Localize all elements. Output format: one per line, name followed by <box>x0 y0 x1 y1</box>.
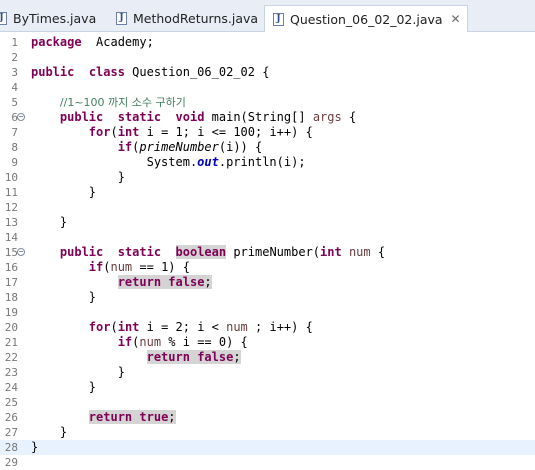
line-number: 19 <box>4 306 18 319</box>
fold-collapse-icon[interactable]: − <box>17 248 25 256</box>
code-text: package Academy; <box>31 35 154 49</box>
code-text: } <box>31 425 68 439</box>
tab-label: Question_06_02_02.java <box>290 11 443 27</box>
line-number: 26 <box>4 411 18 424</box>
code-text: } <box>31 185 97 199</box>
code-line[interactable]: 29 <box>0 455 535 470</box>
line-number: 27 <box>4 426 18 439</box>
line-number: 6 <box>11 111 18 124</box>
line-number: 8 <box>11 141 18 154</box>
code-line[interactable]: 6− public static void main(String[] args… <box>0 110 535 125</box>
line-number: 21 <box>4 336 18 349</box>
code-text: return false; <box>146 350 241 364</box>
code-line[interactable]: 12 <box>0 200 535 215</box>
code-text: } <box>31 365 125 379</box>
line-number: 2 <box>11 51 18 64</box>
code-text: } <box>31 170 125 184</box>
code-text: } <box>31 215 68 229</box>
code-text: } <box>31 380 97 394</box>
editor-tab-bar: J ByTimes.java J MethodReturns.java J Qu… <box>0 0 535 32</box>
code-line[interactable]: 9 System.out.println(i); <box>0 155 535 170</box>
code-line[interactable]: 22 return false; <box>0 350 535 365</box>
tab-label: MethodReturns.java <box>133 10 259 26</box>
code-text: for(int i = 2; i < num ; i++) { <box>88 320 313 334</box>
code-text: } <box>31 440 39 454</box>
line-number: 3 <box>11 66 18 79</box>
line-number: 12 <box>4 201 18 214</box>
code-text: public static boolean primeNumber(int nu… <box>59 245 386 259</box>
line-number: 5 <box>11 96 18 109</box>
java-file-icon: J <box>273 12 284 26</box>
code-line[interactable]: 27 } <box>0 425 535 440</box>
code-line[interactable]: 14 <box>0 230 535 245</box>
line-number: 11 <box>4 186 18 199</box>
code-line[interactable]: 10 } <box>0 170 535 185</box>
code-line[interactable]: 23 } <box>0 365 535 380</box>
code-line[interactable]: 19 <box>0 305 535 320</box>
code-text: for(int i = 1; i <= 100; i++) { <box>88 125 313 139</box>
tab-bytimes[interactable]: J ByTimes.java <box>0 6 96 30</box>
code-text: if(num == 1) { <box>88 260 190 274</box>
line-number: 4 <box>11 81 18 94</box>
code-line[interactable]: 21 if(num % i == 0) { <box>0 335 535 350</box>
code-line[interactable]: 18 } <box>0 290 535 305</box>
code-text: } <box>31 290 97 304</box>
code-line[interactable]: 16 if(num == 1) { <box>0 260 535 275</box>
code-line[interactable]: 5 //1~100 까지 소수 구하기 <box>0 95 535 110</box>
line-number: 15 <box>4 246 18 259</box>
tab-question-06-02-02[interactable]: J Question_06_02_02.java ✕ <box>264 5 468 32</box>
code-text: if(num % i == 0) { <box>117 335 248 349</box>
code-line[interactable]: 26 return true; <box>0 410 535 425</box>
code-line[interactable]: 3 public class Question_06_02_02 { <box>0 65 535 80</box>
code-text: System.out.println(i); <box>31 155 306 169</box>
line-number: 25 <box>4 396 18 409</box>
code-text: public class Question_06_02_02 { <box>31 65 270 79</box>
code-line[interactable]: 11 } <box>0 185 535 200</box>
code-line[interactable]: 20 for(int i = 2; i < num ; i++) { <box>0 320 535 335</box>
code-line[interactable]: 13 } <box>0 215 535 230</box>
tab-label: ByTimes.java <box>13 10 97 26</box>
code-editor[interactable]: 1 package Academy; 2 3 public class Question… <box>0 33 535 469</box>
line-number: 14 <box>4 231 18 244</box>
line-number: 18 <box>4 291 18 304</box>
code-line[interactable]: 1 package Academy; <box>0 35 535 50</box>
code-line[interactable]: 25 <box>0 395 535 410</box>
line-number: 13 <box>4 216 18 229</box>
line-number: 24 <box>4 381 18 394</box>
code-line[interactable]: 4 <box>0 80 535 95</box>
line-number: 16 <box>4 261 18 274</box>
code-text: return true; <box>88 410 176 424</box>
code-line[interactable]: 7 for(int i = 1; i <= 100; i++) { <box>0 125 535 140</box>
code-line[interactable]: 28} <box>0 440 535 455</box>
close-tab-icon[interactable]: ✕ <box>451 12 461 26</box>
code-text: return false; <box>117 275 212 289</box>
code-text: public static void main(String[] args { <box>59 110 357 124</box>
line-number: 1 <box>11 36 18 49</box>
line-number: 29 <box>4 456 18 469</box>
java-file-icon: J <box>0 11 7 25</box>
line-number: 10 <box>4 171 18 184</box>
tab-methodreturns[interactable]: J MethodReturns.java <box>116 6 258 30</box>
code-line[interactable]: 24 } <box>0 380 535 395</box>
code-line[interactable]: 15− public static boolean primeNumber(in… <box>0 245 535 260</box>
line-number: 20 <box>4 321 18 334</box>
java-file-icon: J <box>116 11 127 25</box>
line-number: 23 <box>4 366 18 379</box>
line-number: 22 <box>4 351 18 364</box>
fold-collapse-icon[interactable]: − <box>17 113 25 121</box>
line-number: 17 <box>4 276 18 289</box>
code-text: if(primeNumber(i)) { <box>117 140 263 154</box>
code-text: //1~100 까지 소수 구하기 <box>59 96 186 109</box>
line-number: 7 <box>11 126 18 139</box>
code-line[interactable]: 8 if(primeNumber(i)) { <box>0 140 535 155</box>
line-number: 9 <box>11 156 18 169</box>
code-line[interactable]: 2 <box>0 50 535 65</box>
code-line[interactable]: 17 return false; <box>0 275 535 290</box>
line-number: 28 <box>4 441 18 454</box>
